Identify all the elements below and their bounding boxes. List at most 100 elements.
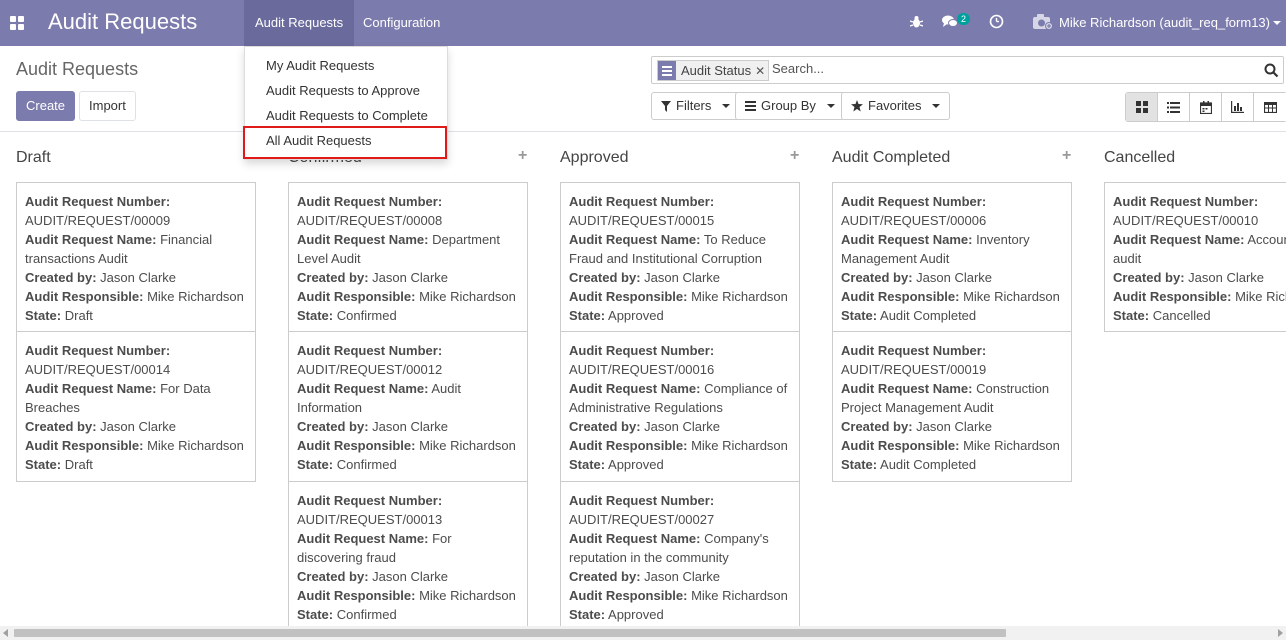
field-label: Audit Request Number: — [25, 343, 171, 358]
add-card-icon[interactable]: + — [1062, 147, 1071, 165]
card-state: Confirmed — [336, 607, 397, 622]
scroll-right-arrow-icon[interactable] — [1278, 629, 1283, 637]
card-number-row: Audit Request Number: AUDIT/REQUEST/00027 — [569, 491, 791, 529]
card-name-row: Audit Request Name: Construction Project… — [841, 379, 1063, 417]
kanban-card[interactable]: Audit Request Number: AUDIT/REQUEST/00027… — [560, 482, 800, 626]
calendar-icon — [1199, 100, 1212, 114]
scrollbar-thumb[interactable] — [14, 629, 1006, 637]
search-input[interactable] — [772, 61, 1252, 76]
card-state: Approved — [608, 607, 664, 622]
field-label: State: — [569, 457, 606, 472]
pivot-view-button[interactable] — [1254, 93, 1286, 121]
chevron-down-icon[interactable] — [1273, 21, 1281, 25]
field-label: Audit Request Number: — [297, 343, 443, 358]
card-created-by: Jason Clarke — [100, 419, 177, 434]
bug-icon[interactable] — [910, 15, 923, 29]
field-label: Audit Request Number: — [297, 194, 443, 209]
user-menu[interactable]: Mike Richardson (audit_req_form13) — [1059, 15, 1270, 30]
card-number: AUDIT/REQUEST/00013 — [297, 512, 443, 527]
field-label: Audit Request Number: — [569, 194, 715, 209]
list-view-button[interactable] — [1158, 93, 1190, 121]
field-label: Audit Request Number: — [297, 493, 443, 508]
close-icon[interactable]: ✕ — [755, 64, 768, 78]
field-label: Audit Responsible: — [569, 588, 688, 603]
bar-chart-icon — [1231, 101, 1244, 113]
card-responsible-row: Audit Responsible: Mike Richardson — [841, 436, 1063, 455]
card-state-row: State: Draft — [25, 455, 247, 474]
kanban-card[interactable]: Audit Request Number: AUDIT/REQUEST/00008… — [288, 182, 528, 332]
app-brand[interactable]: Audit Requests — [48, 9, 197, 35]
field-label: Audit Request Name: — [25, 381, 157, 396]
card-responsible: Mike Richardson — [419, 438, 516, 453]
calendar-view-button[interactable] — [1190, 93, 1222, 121]
card-number-row: Audit Request Number: AUDIT/REQUEST/00009 — [25, 192, 247, 230]
field-label: Audit Request Name: — [841, 232, 973, 247]
add-card-icon[interactable]: + — [790, 147, 799, 165]
card-created-by: Jason Clarke — [372, 569, 449, 584]
menu-configuration[interactable]: Configuration — [352, 0, 451, 46]
card-name-row: Audit Request Name: For discovering frau… — [297, 529, 519, 567]
card-number: AUDIT/REQUEST/00015 — [569, 213, 715, 228]
add-card-icon[interactable]: + — [518, 147, 527, 165]
star-icon — [851, 100, 863, 112]
card-number: AUDIT/REQUEST/00014 — [25, 362, 171, 377]
card-responsible-row: Audit Responsible: Mike Richardson — [297, 586, 519, 605]
kanban-card[interactable]: Audit Request Number: AUDIT/REQUEST/00016… — [560, 332, 800, 482]
card-responsible-row: Audit Responsible: Mike Richardson — [25, 287, 247, 306]
card-state-row: State: Confirmed — [297, 306, 519, 325]
filters-dropdown[interactable]: Filters — [651, 92, 741, 120]
kanban-card[interactable]: Audit Request Number: AUDIT/REQUEST/00014… — [16, 332, 256, 482]
field-label: Audit Request Name: — [297, 531, 429, 546]
kanban-card[interactable]: Audit Request Number: AUDIT/REQUEST/00009… — [16, 182, 256, 332]
kanban-card[interactable]: Audit Request Number: AUDIT/REQUEST/00015… — [560, 182, 800, 332]
search-facet: Audit Status ✕ — [657, 60, 770, 81]
import-button[interactable]: Import — [79, 91, 136, 121]
menu-my-audit-requests[interactable]: My Audit Requests — [266, 58, 374, 73]
card-responsible: Mike Richardson — [691, 588, 788, 603]
page-title: Audit Requests — [16, 59, 139, 79]
kanban-card[interactable]: Audit Request Number: AUDIT/REQUEST/00019… — [832, 332, 1072, 482]
kanban-icon — [1135, 101, 1148, 113]
search-box[interactable]: Audit Status ✕ — [651, 56, 1284, 84]
card-responsible-row: Audit Responsible: Mike Richardson — [569, 586, 791, 605]
card-number: AUDIT/REQUEST/00012 — [297, 362, 443, 377]
field-label: Audit Request Name: — [569, 531, 701, 546]
kanban-card[interactable]: Audit Request Number: AUDIT/REQUEST/00013… — [288, 482, 528, 626]
graph-view-button[interactable] — [1222, 93, 1254, 121]
avatar-camera-icon[interactable] — [1033, 14, 1053, 30]
card-number: AUDIT/REQUEST/00016 — [569, 362, 715, 377]
card-name-row: Audit Request Name: Inventory Management… — [841, 230, 1063, 268]
horizontal-scrollbar[interactable] — [0, 626, 1286, 640]
card-state-row: State: Draft — [25, 306, 247, 325]
bars-icon — [745, 101, 756, 111]
scroll-left-arrow-icon[interactable] — [3, 629, 8, 637]
search-icon[interactable] — [1264, 63, 1279, 78]
group-by-icon — [658, 61, 676, 80]
card-created-row: Created by: Jason Clarke — [841, 417, 1063, 436]
create-button[interactable]: Create — [16, 91, 76, 121]
filters-label: Filters — [676, 98, 712, 113]
menu-audit-requests[interactable]: Audit Requests — [244, 0, 355, 46]
field-label: Created by: — [569, 270, 641, 285]
card-state: Draft — [64, 308, 93, 323]
clock-icon[interactable] — [989, 14, 1004, 29]
menu-audit-requests-to-complete[interactable]: Audit Requests to Complete — [266, 108, 428, 123]
control-panel: Audit Requests Create Import Audit Statu… — [0, 46, 1286, 132]
card-state-row: State: Confirmed — [297, 605, 519, 624]
card-created-row: Created by: Jason Clarke — [1113, 268, 1286, 287]
groupby-dropdown[interactable]: Group By — [735, 92, 845, 120]
kanban-view-button[interactable] — [1126, 93, 1158, 121]
view-switcher — [1125, 92, 1286, 122]
menu-audit-requests-to-approve[interactable]: Audit Requests to Approve — [266, 83, 420, 98]
kanban-card[interactable]: Audit Request Number: AUDIT/REQUEST/00012… — [288, 332, 528, 482]
card-number-row: Audit Request Number: AUDIT/REQUEST/00016 — [569, 341, 791, 379]
field-label: Created by: — [569, 569, 641, 584]
apps-menu-icon[interactable] — [10, 16, 24, 30]
kanban-card[interactable]: Audit Request Number: AUDIT/REQUEST/00006… — [832, 182, 1072, 332]
field-label: Created by: — [841, 270, 913, 285]
messages-icon[interactable] — [942, 15, 958, 29]
card-created-by: Jason Clarke — [372, 419, 449, 434]
card-state-row: State: Audit Completed — [841, 455, 1063, 474]
favorites-dropdown[interactable]: Favorites — [841, 92, 951, 120]
kanban-card[interactable]: Audit Request Number: AUDIT/REQUEST/00010… — [1104, 182, 1286, 332]
